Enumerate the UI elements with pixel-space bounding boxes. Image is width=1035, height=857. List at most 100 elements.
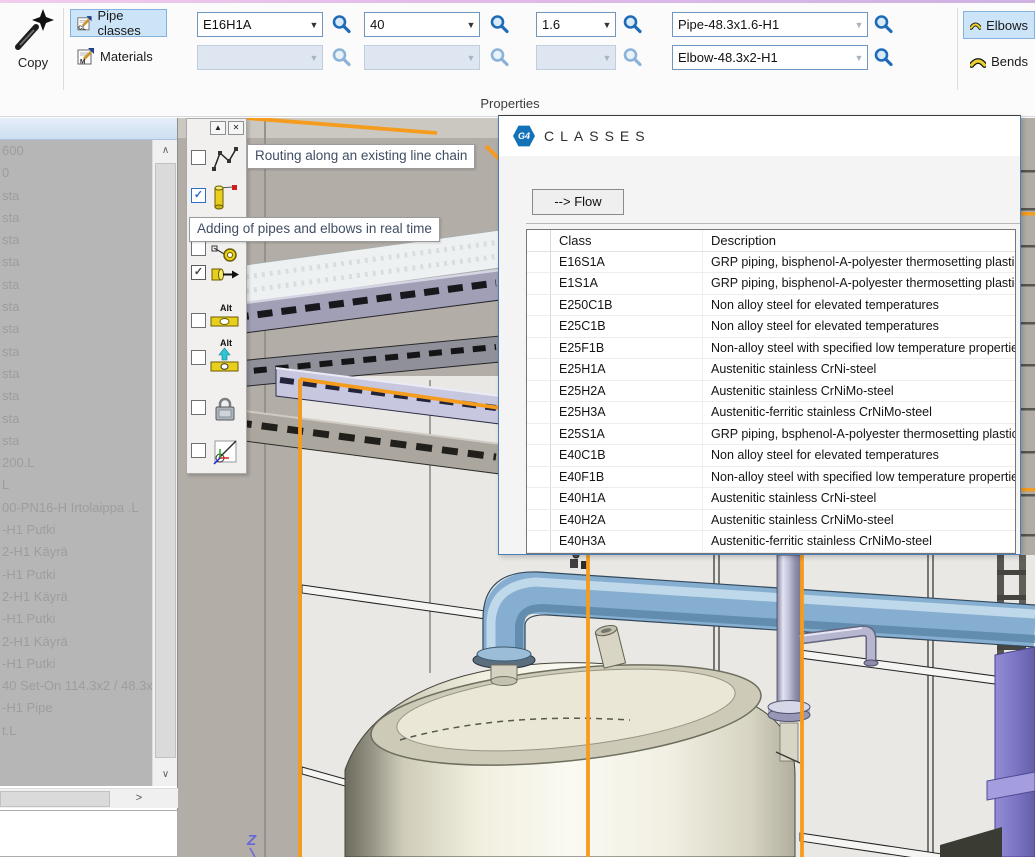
- list-item[interactable]: sta: [0, 341, 152, 363]
- scroll-right-button[interactable]: >: [128, 791, 150, 807]
- description-cell[interactable]: Austenitic stainless CrNi-steel: [703, 359, 1015, 380]
- dialog-titlebar[interactable]: G4 CLASSES: [499, 116, 1020, 156]
- list-item[interactable]: -H1 Pipe: [0, 697, 152, 719]
- list-item[interactable]: L: [0, 474, 152, 496]
- class-cell[interactable]: E25H2A: [551, 381, 703, 402]
- checkbox-elbow-fitting[interactable]: ✓: [191, 241, 206, 256]
- description-cell[interactable]: GRP piping, bsphenol-A-polyester thermos…: [703, 424, 1015, 445]
- checkbox-extend-pipe[interactable]: ✓: [191, 265, 206, 280]
- checkbox-alt-insert[interactable]: ✓: [191, 350, 206, 365]
- search-size-icon[interactable]: [489, 14, 510, 35]
- scrollbar-thumb[interactable]: [0, 791, 110, 807]
- class-cell[interactable]: E40H2A: [551, 510, 703, 531]
- checkbox-lock[interactable]: ✓: [191, 400, 206, 415]
- list-item[interactable]: 200.L: [0, 452, 152, 474]
- search-icon[interactable]: [622, 47, 643, 68]
- class-column-header[interactable]: Class: [551, 230, 703, 251]
- description-cell[interactable]: Non alloy steel for elevated temperature…: [703, 445, 1015, 466]
- list-item[interactable]: 40 Set-On 114.3x2 / 48.3x: [0, 675, 152, 697]
- class-cell[interactable]: E40H3A: [551, 531, 703, 552]
- list-item[interactable]: -H1 Putki: [0, 608, 152, 630]
- list-item[interactable]: sta: [0, 296, 152, 318]
- class-cell[interactable]: E250C1B: [551, 295, 703, 316]
- search-icon[interactable]: [331, 47, 352, 68]
- list-item[interactable]: 2-H1 Käyrä: [0, 631, 152, 653]
- table-row[interactable]: E25F1B Non-alloy steel with specified lo…: [527, 338, 1015, 360]
- table-row[interactable]: E40H2A Austenitic stainless CrNiMo-steel: [527, 510, 1015, 532]
- list-item[interactable]: 2-H1 Käyrä: [0, 541, 152, 563]
- class-cell[interactable]: E25F1B: [551, 338, 703, 359]
- scroll-down-button[interactable]: ∨: [153, 764, 178, 786]
- row-gutter[interactable]: [527, 338, 551, 359]
- table-row[interactable]: E40H1A Austenitic stainless CrNi-steel: [527, 488, 1015, 510]
- elbows-button[interactable]: Elbows: [963, 11, 1035, 39]
- table-row[interactable]: E25S1A GRP piping, bsphenol-A-polyester …: [527, 424, 1015, 446]
- row-gutter[interactable]: [527, 467, 551, 488]
- materials-button[interactable]: M Materials: [70, 42, 167, 70]
- list-item[interactable]: sta: [0, 251, 152, 273]
- description-cell[interactable]: GRP piping, bisphenol-A-polyester thermo…: [703, 252, 1015, 273]
- list-item[interactable]: sta: [0, 408, 152, 430]
- row-gutter[interactable]: [527, 381, 551, 402]
- checkbox-ucs-plane[interactable]: ✓: [191, 443, 206, 458]
- search-icon[interactable]: [489, 47, 510, 68]
- description-cell[interactable]: Non alloy steel for elevated temperature…: [703, 316, 1015, 337]
- class-cell[interactable]: E40C1B: [551, 445, 703, 466]
- flow-button[interactable]: --> Flow: [532, 189, 624, 215]
- nominal-size-combo[interactable]: 40 ▼: [364, 12, 480, 37]
- pipe-class-combo[interactable]: E16H1A ▼: [197, 12, 323, 37]
- table-row[interactable]: E25H3A Austenitic-ferritic stainless CrN…: [527, 402, 1015, 424]
- class-cell[interactable]: E16S1A: [551, 252, 703, 273]
- list-item[interactable]: sta: [0, 185, 152, 207]
- search-elbow-part-icon[interactable]: [873, 47, 894, 68]
- row-gutter[interactable]: [527, 359, 551, 380]
- list-item[interactable]: sta: [0, 229, 152, 251]
- description-cell[interactable]: Austenitic stainless CrNiMo-steel: [703, 510, 1015, 531]
- horizontal-scrollbar[interactable]: >: [0, 788, 178, 808]
- class-cell[interactable]: E25H1A: [551, 359, 703, 380]
- row-gutter[interactable]: [527, 488, 551, 509]
- description-cell[interactable]: Austenitic stainless CrNiMo-steel: [703, 381, 1015, 402]
- list-item[interactable]: t.L: [0, 720, 152, 742]
- list-item[interactable]: sta: [0, 385, 152, 407]
- scrollbar-thumb[interactable]: [155, 163, 176, 758]
- table-row[interactable]: E25H1A Austenitic stainless CrNi-steel: [527, 359, 1015, 381]
- table-row[interactable]: E16S1A GRP piping, bisphenol-A-polyester…: [527, 252, 1015, 274]
- table-row[interactable]: E40H3A Austenitic-ferritic stainless CrN…: [527, 531, 1015, 553]
- description-cell[interactable]: Non-alloy steel with specified low tempe…: [703, 338, 1015, 359]
- list-item[interactable]: sta: [0, 430, 152, 452]
- class-cell[interactable]: E25H3A: [551, 402, 703, 423]
- list-item[interactable]: 600: [0, 140, 152, 162]
- row-gutter[interactable]: [527, 510, 551, 531]
- row-gutter[interactable]: [527, 445, 551, 466]
- vertical-scrollbar[interactable]: ∧ ∨: [152, 140, 177, 786]
- bends-button[interactable]: Bends: [963, 47, 1035, 75]
- close-icon[interactable]: ✕: [228, 121, 244, 135]
- row-gutter[interactable]: [527, 252, 551, 273]
- list-item[interactable]: sta: [0, 207, 152, 229]
- pipe-part-combo[interactable]: Pipe-48.3x1.6-H1 ▼: [672, 12, 868, 37]
- chevron-down-icon[interactable]: ▼: [851, 20, 867, 30]
- list-item[interactable]: -H1 Putki: [0, 519, 152, 541]
- table-row[interactable]: E40F1B Non-alloy steel with specified lo…: [527, 467, 1015, 489]
- row-gutter[interactable]: [527, 295, 551, 316]
- chevron-down-icon[interactable]: ▼: [851, 53, 867, 63]
- table-row[interactable]: E25H2A Austenitic stainless CrNiMo-steel: [527, 381, 1015, 403]
- list-item[interactable]: 0: [0, 162, 152, 184]
- description-cell[interactable]: Non-alloy steel with specified low tempe…: [703, 467, 1015, 488]
- row-gutter[interactable]: [527, 273, 551, 294]
- checkbox-alt-break[interactable]: ✓: [191, 313, 206, 328]
- row-gutter[interactable]: [527, 316, 551, 337]
- table-row[interactable]: E250C1B Non alloy steel for elevated tem…: [527, 295, 1015, 317]
- description-cell[interactable]: GRP piping, bisphenol-A-polyester thermo…: [703, 273, 1015, 294]
- object-list[interactable]: 6000stastastastastastastastastastastasta…: [0, 140, 152, 786]
- chevron-down-icon[interactable]: ▼: [599, 20, 615, 30]
- class-cell[interactable]: E40H1A: [551, 488, 703, 509]
- scroll-up-button[interactable]: ∧: [153, 140, 178, 162]
- row-gutter[interactable]: [527, 424, 551, 445]
- copy-button[interactable]: Copy: [6, 7, 60, 85]
- description-cell[interactable]: Austenitic-ferritic stainless CrNiMo-ste…: [703, 402, 1015, 423]
- chevron-down-icon[interactable]: ▼: [306, 20, 322, 30]
- class-cell[interactable]: E25S1A: [551, 424, 703, 445]
- checkbox-realtime-pipes[interactable]: ✓: [191, 188, 206, 203]
